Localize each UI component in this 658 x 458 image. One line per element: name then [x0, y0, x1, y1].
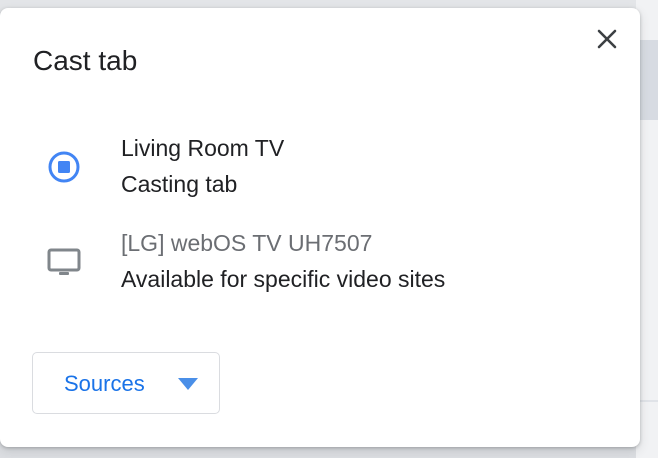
sink-name: Living Room TV — [121, 135, 285, 161]
sources-button[interactable]: Sources — [32, 352, 220, 414]
sink-status: Casting tab — [121, 171, 238, 197]
sink-name: [LG] webOS TV UH7507 — [121, 230, 373, 256]
sink-lg-webos-tv[interactable]: [LG] webOS TV UH7507 Available for speci… — [0, 223, 640, 303]
stop-casting-icon[interactable] — [45, 148, 83, 186]
tv-icon — [45, 243, 83, 281]
sink-status: Available for specific video sites — [121, 266, 446, 292]
close-button[interactable] — [590, 22, 624, 56]
dialog-title: Cast tab — [33, 45, 138, 76]
cast-dialog: Cast tab Living Room TV Casting tab [LG]… — [0, 8, 640, 447]
sources-label: Sources — [64, 371, 145, 396]
dropdown-triangle-icon — [178, 378, 198, 390]
close-icon — [597, 29, 617, 49]
sink-living-room-tv[interactable]: Living Room TV Casting tab — [0, 128, 640, 208]
